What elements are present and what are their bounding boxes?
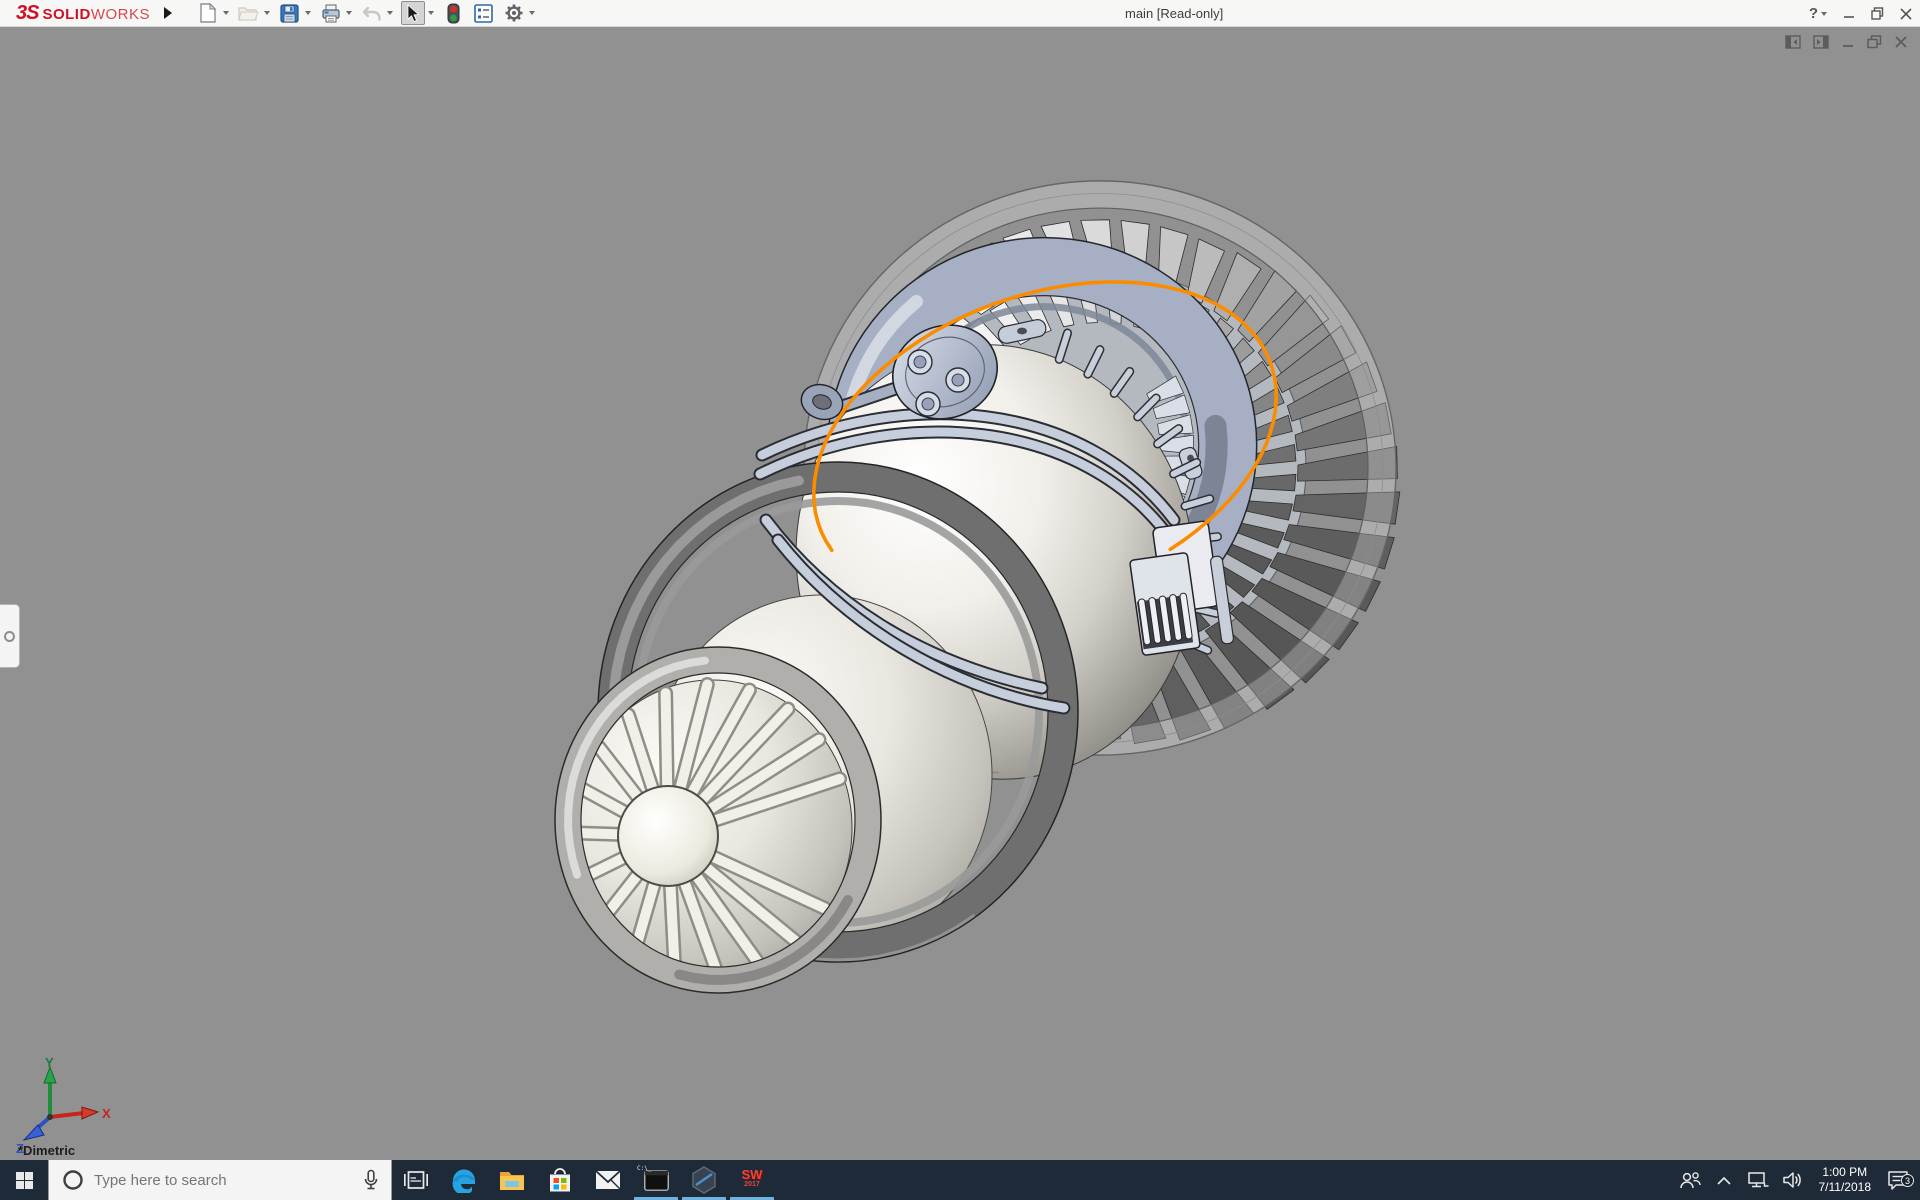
file-properties-button[interactable] xyxy=(472,1,496,25)
solidworks-icon-year: 2017 xyxy=(744,1180,760,1190)
solidworks-logo: 3SSOLIDWORKS xyxy=(0,2,150,25)
help-button[interactable]: ? xyxy=(1809,5,1827,22)
command-prompt-icon xyxy=(644,1170,669,1191)
quick-access-toolbar xyxy=(190,0,537,27)
solidworks-icon-letters: SW xyxy=(742,1170,763,1180)
taskbar-app-file-explorer[interactable] xyxy=(488,1160,536,1200)
brand-3s-mark: 3S xyxy=(16,2,38,25)
start-button[interactable] xyxy=(0,1160,48,1200)
options-button[interactable] xyxy=(502,1,526,25)
minimize-document-button[interactable] xyxy=(1841,35,1855,49)
triad-x-label: X xyxy=(102,1106,111,1121)
nose-hub xyxy=(618,786,718,886)
restore-button[interactable] xyxy=(1871,7,1884,20)
taskbar-app-hexagon-cad[interactable] xyxy=(680,1160,728,1200)
print-button[interactable] xyxy=(319,1,343,25)
front-nozzle-assembly[interactable] xyxy=(555,647,881,993)
undo-arrow-icon xyxy=(362,4,382,22)
3d-model-jet-engine[interactable] xyxy=(0,27,1920,1160)
save-dropdown[interactable] xyxy=(303,1,313,25)
microphone-icon[interactable] xyxy=(363,1169,379,1191)
gear-icon xyxy=(504,3,524,23)
notification-badge: 3 xyxy=(1901,1174,1914,1187)
hexagon-app-icon xyxy=(691,1166,717,1194)
options-dropdown[interactable] xyxy=(527,1,537,25)
windows-logo-icon xyxy=(16,1172,33,1189)
new-document-dropdown[interactable] xyxy=(221,1,231,25)
taskbar-app-store[interactable] xyxy=(536,1160,584,1200)
tray-people-button[interactable] xyxy=(1673,1171,1707,1189)
command-prompt-label: C:\_ xyxy=(637,1165,651,1172)
microsoft-edge-icon xyxy=(451,1167,477,1193)
rebuild-button[interactable] xyxy=(442,1,466,25)
task-view-button[interactable] xyxy=(392,1160,440,1200)
traffic-light-icon xyxy=(447,3,460,24)
open-folder-icon xyxy=(238,4,259,22)
panel-tab-icon xyxy=(4,631,15,642)
open-document-dropdown[interactable] xyxy=(262,1,272,25)
taskbar-app-mail[interactable] xyxy=(584,1160,632,1200)
save-button[interactable] xyxy=(278,1,302,25)
open-document-button[interactable] xyxy=(237,1,261,25)
window-controls: ? xyxy=(1809,0,1912,27)
system-tray: 1:00 PM 7/11/2018 3 xyxy=(1673,1160,1920,1200)
collapsed-panel-tab[interactable] xyxy=(0,604,20,668)
search-circle-icon xyxy=(62,1169,84,1191)
solidworks-2017-icon: SW 2017 xyxy=(742,1170,763,1190)
show-pane-left-button[interactable] xyxy=(1785,35,1801,49)
taskbar: C:\_ SW 2017 xyxy=(0,1160,1920,1200)
file-explorer-icon xyxy=(499,1169,525,1191)
tray-network-button[interactable] xyxy=(1741,1171,1775,1189)
taskbar-app-command-prompt[interactable]: C:\_ xyxy=(632,1160,680,1200)
minimize-button[interactable] xyxy=(1843,8,1855,20)
speaker-icon xyxy=(1782,1171,1802,1189)
mail-icon xyxy=(595,1170,621,1190)
taskbar-app-solidworks[interactable]: SW 2017 xyxy=(728,1160,776,1200)
file-properties-icon xyxy=(474,4,493,23)
new-document-icon xyxy=(199,3,217,23)
show-pane-right-button[interactable] xyxy=(1813,35,1829,49)
close-document-button[interactable] xyxy=(1894,35,1908,49)
screen: 3SSOLIDWORKS xyxy=(0,0,1920,1200)
taskbar-app-edge[interactable] xyxy=(440,1160,488,1200)
restore-document-button[interactable] xyxy=(1867,35,1882,49)
new-document-button[interactable] xyxy=(196,1,220,25)
search-input[interactable] xyxy=(84,1171,363,1190)
triad-y-label: Y xyxy=(45,1055,54,1070)
save-floppy-icon xyxy=(280,4,299,23)
close-button[interactable] xyxy=(1900,8,1912,20)
people-icon xyxy=(1679,1171,1701,1189)
tray-volume-button[interactable] xyxy=(1775,1171,1809,1189)
jet-engine-model[interactable] xyxy=(555,181,1400,993)
viewport-3d[interactable]: Y X Z *Dimetric xyxy=(0,27,1920,1160)
help-dropdown-icon xyxy=(1821,12,1827,16)
tray-date: 7/11/2018 xyxy=(1819,1180,1872,1195)
select-tool-button[interactable] xyxy=(401,1,425,25)
tray-chevron-button[interactable] xyxy=(1707,1176,1741,1185)
select-tool-dropdown[interactable] xyxy=(426,1,436,25)
printer-icon xyxy=(321,4,341,23)
help-label: ? xyxy=(1809,5,1818,22)
window-title: main [Read-only] xyxy=(1125,6,1223,21)
toolbar-flyout-arrow[interactable] xyxy=(164,7,172,19)
network-icon xyxy=(1747,1171,1769,1189)
undo-dropdown[interactable] xyxy=(385,1,395,25)
document-window-controls xyxy=(1785,35,1908,49)
view-orientation-label: *Dimetric xyxy=(18,1143,75,1158)
print-dropdown[interactable] xyxy=(344,1,354,25)
tray-clock[interactable]: 1:00 PM 7/11/2018 xyxy=(1809,1165,1882,1195)
taskbar-search[interactable] xyxy=(48,1160,392,1200)
brand-solid: SOLID xyxy=(42,6,90,23)
undo-button[interactable] xyxy=(360,1,384,25)
action-center-button[interactable]: 3 xyxy=(1881,1170,1915,1190)
titlebar: 3SSOLIDWORKS xyxy=(0,0,1920,27)
cursor-arrow-icon xyxy=(405,4,421,23)
microsoft-store-icon xyxy=(548,1168,572,1193)
brand-works: WORKS xyxy=(91,6,150,23)
tray-time: 1:00 PM xyxy=(1822,1165,1867,1180)
chevron-up-icon xyxy=(1717,1176,1731,1185)
task-view-icon xyxy=(404,1169,428,1191)
